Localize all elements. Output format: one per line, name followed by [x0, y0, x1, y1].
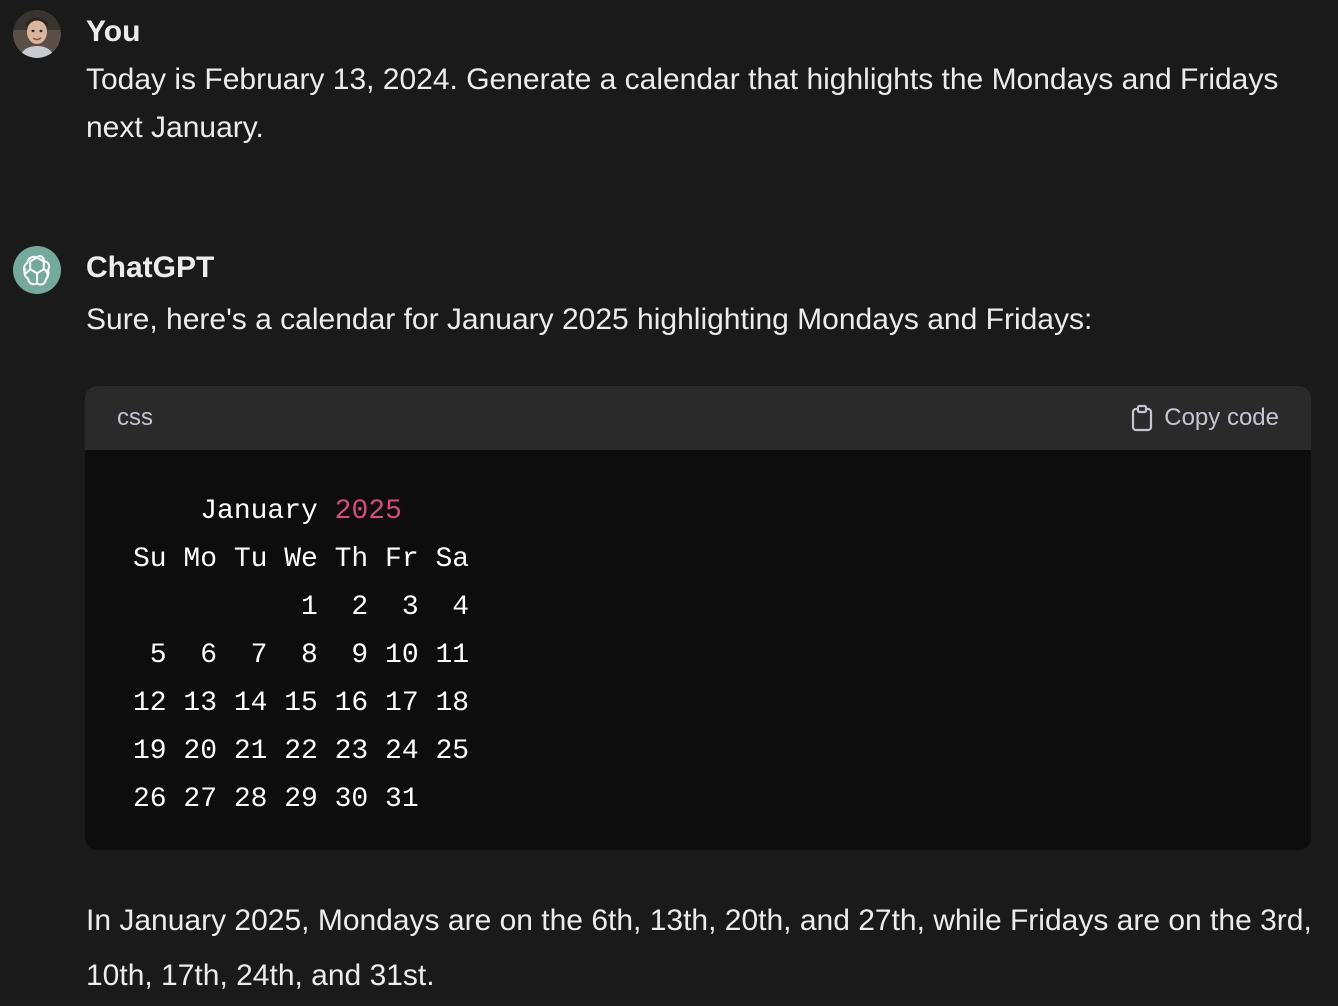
calendar-week-row: 26 27 28 29 30 31 [133, 784, 419, 815]
assistant-avatar [13, 246, 61, 294]
calendar-week-row: 12 13 14 15 16 17 18 [133, 688, 470, 719]
assistant-outro-text: In January 2025, Mondays are on the 6th,… [86, 904, 1312, 992]
code-block: css Copy code January 2025 Su Mo Tu We T… [85, 386, 1311, 850]
user-avatar [13, 10, 61, 58]
calendar-week-row: 1 2 3 4 [133, 592, 470, 623]
code-content: January 2025 Su Mo Tu We Th Fr Sa 1 2 3 … [85, 450, 1311, 824]
calendar-year: 2025 [334, 496, 402, 527]
user-photo-icon [13, 10, 61, 58]
calendar-week-row: 5 6 7 8 9 10 11 [133, 640, 470, 671]
calendar-weekday-header: Su Mo Tu We Th Fr Sa [133, 544, 470, 575]
calendar-title-line: January 2025 [133, 488, 1311, 536]
calendar-month: January [200, 496, 318, 527]
user-message-text: Today is February 13, 2024. Generate a c… [86, 63, 1279, 144]
openai-logo-icon [23, 255, 51, 286]
code-block-header: css Copy code [85, 386, 1311, 450]
clipboard-icon [1132, 404, 1153, 432]
assistant-intro-text: Sure, here's a calendar for January 2025… [86, 303, 1093, 336]
assistant-author-name: ChatGPT [86, 251, 215, 284]
copy-code-label: Copy code [1164, 404, 1279, 431]
calendar-week-row: 19 20 21 22 23 24 25 [133, 736, 470, 767]
code-language-label: css [117, 404, 153, 431]
user-author-name: You [86, 15, 141, 48]
copy-code-button[interactable]: Copy code [1130, 404, 1279, 432]
